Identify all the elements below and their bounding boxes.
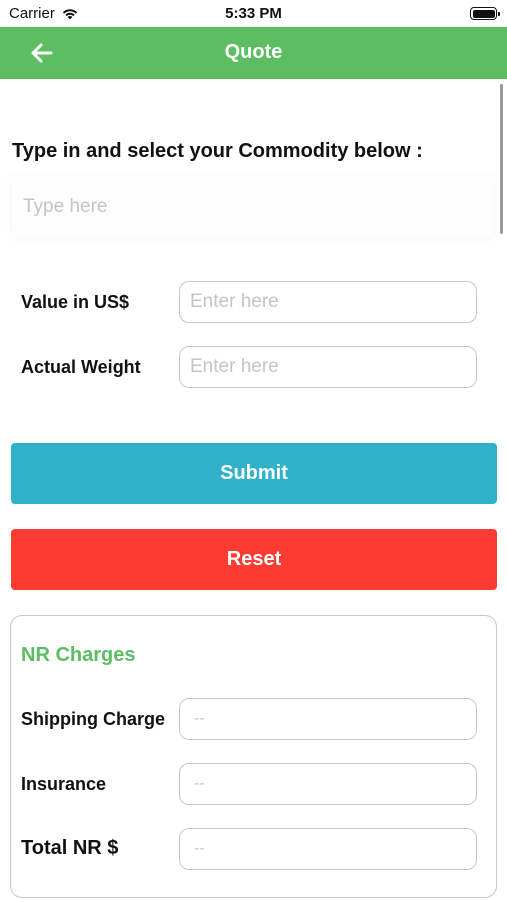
value-input[interactable]: [179, 281, 477, 323]
battery-icon: [470, 7, 500, 20]
reset-button[interactable]: Reset: [11, 529, 497, 590]
insurance-field[interactable]: --: [179, 763, 477, 805]
total-field[interactable]: --: [179, 828, 477, 870]
shipping-charge-label: Shipping Charge: [21, 709, 165, 729]
status-time: 5:33 PM: [225, 5, 282, 22]
status-bar: Carrier 5:33 PM: [0, 0, 507, 27]
value-label: Value in US$: [21, 292, 130, 312]
submit-button[interactable]: Submit: [11, 443, 497, 504]
charges-title: NR Charges: [21, 644, 136, 666]
weight-label: Actual Weight: [21, 357, 141, 377]
scroll-indicator[interactable]: [500, 84, 503, 234]
commodity-label: Type in and select your Commodity below …: [12, 140, 423, 162]
shipping-charge-field[interactable]: --: [179, 698, 477, 740]
total-label: Total NR $: [21, 837, 119, 859]
weight-input[interactable]: [179, 346, 477, 388]
commodity-search-input[interactable]: [12, 177, 493, 237]
insurance-label: Insurance: [21, 774, 107, 794]
navigation-bar: Quote: [0, 27, 507, 79]
page-title: Quote: [224, 41, 283, 63]
